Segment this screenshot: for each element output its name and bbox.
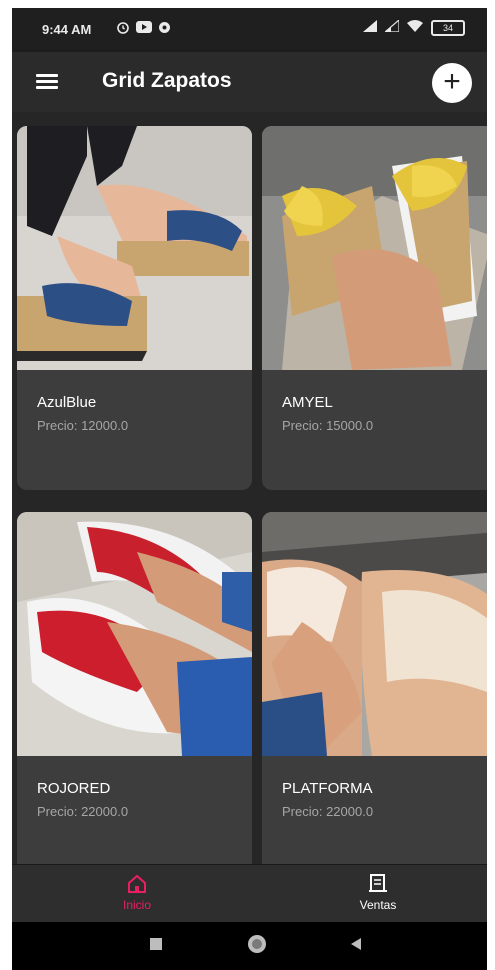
- product-grid: AzulBlue Precio: 12000.0 AMYEL Precio: 1…: [12, 112, 487, 876]
- status-right-icons: 34: [363, 18, 465, 36]
- product-price: Precio: 22000.0: [282, 804, 374, 819]
- product-card[interactable]: PLATFORMA Precio: 22000.0: [262, 512, 487, 876]
- signal-icon: [363, 20, 377, 36]
- product-name: AMYEL: [282, 394, 333, 411]
- home-icon: [126, 873, 148, 895]
- settings-icon: [158, 21, 171, 38]
- wifi-icon: [407, 20, 423, 36]
- product-price: Precio: 12000.0: [37, 418, 129, 433]
- page-title: Grid Zapatos: [102, 69, 232, 92]
- back-triangle-icon[interactable]: [348, 936, 364, 957]
- product-price: Precio: 15000.0: [282, 418, 374, 433]
- battery-icon: 34: [431, 20, 465, 36]
- nav-item-inicio[interactable]: Inicio: [77, 869, 197, 919]
- signal-2-icon: [383, 18, 400, 36]
- product-name: PLATFORMA: [282, 780, 373, 797]
- recents-square-icon[interactable]: [148, 936, 164, 957]
- product-name: AzulBlue: [37, 394, 97, 411]
- hamburger-menu-icon[interactable]: [36, 74, 58, 90]
- plus-icon: +: [443, 65, 461, 98]
- receipt-icon: [367, 873, 389, 895]
- product-price: Precio: 22000.0: [37, 804, 129, 819]
- youtube-icon: [136, 21, 152, 37]
- yellow-bow-slide-photo: [262, 126, 487, 370]
- app-bar: Grid Zapatos +: [12, 52, 487, 112]
- status-bar: 9:44 AM 34: [12, 8, 487, 52]
- red-sport-sandal-photo: [17, 512, 252, 756]
- product-card[interactable]: ROJORED Precio: 22000.0: [17, 512, 252, 876]
- home-circle-icon[interactable]: [246, 933, 268, 960]
- product-name: ROJORED: [37, 780, 111, 797]
- nav-label: Ventas: [359, 898, 397, 912]
- product-card[interactable]: AzulBlue Precio: 12000.0: [17, 126, 252, 490]
- system-navigation-bar: [12, 922, 487, 970]
- phone-screen: 9:44 AM 34 Grid Zapatos + AzulBlue Preci…: [12, 8, 487, 970]
- status-left-icons: [116, 20, 171, 38]
- nav-label: Inicio: [122, 898, 151, 912]
- alarm-icon: [116, 20, 130, 38]
- add-product-button[interactable]: +: [432, 63, 472, 103]
- nav-item-ventas[interactable]: Ventas: [318, 869, 438, 919]
- beige-platform-slide-photo: [262, 512, 487, 756]
- bottom-navigation: Inicio Ventas: [12, 864, 487, 923]
- product-card[interactable]: AMYEL Precio: 15000.0: [262, 126, 487, 490]
- blue-wedge-sandal-photo: [17, 126, 252, 370]
- status-time: 9:44 AM: [42, 22, 92, 37]
